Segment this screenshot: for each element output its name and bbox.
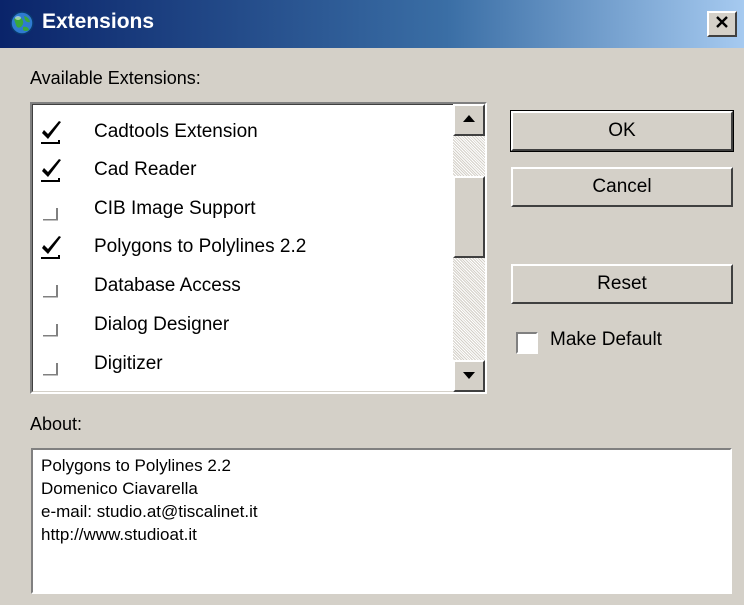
about-label: About:: [30, 414, 83, 434]
ok-button[interactable]: OK: [510, 110, 734, 152]
globe-app-icon: [8, 9, 36, 37]
unchecked-icon[interactable]: [39, 273, 65, 299]
title-bar[interactable]: Extensions: [0, 0, 744, 48]
list-item-label: Cad Reader: [94, 159, 197, 180]
list-item[interactable]: Digitizer: [33, 345, 453, 383]
list-item-label: Cadtools Extension: [94, 121, 258, 142]
cancel-button[interactable]: Cancel: [511, 167, 733, 207]
scroll-up-button[interactable]: [453, 104, 485, 136]
list-item-label: Dialog Designer: [94, 314, 230, 335]
arrow-up-icon: [462, 111, 476, 129]
make-default-label: Make Default: [550, 329, 662, 350]
close-button[interactable]: [707, 11, 737, 37]
extensions-list: Cadtools Extension Cad Reader CIB Image …: [32, 104, 485, 392]
list-item-label: Database Access: [94, 275, 241, 296]
make-default-checkbox[interactable]: [516, 332, 538, 354]
about-line: Domenico Ciavarella: [41, 479, 198, 498]
scrollbar-thumb[interactable]: [453, 176, 485, 258]
checkmark-icon[interactable]: [39, 119, 65, 145]
vertical-scrollbar[interactable]: [453, 104, 485, 392]
extensions-listbox[interactable]: Cadtools Extension Cad Reader CIB Image …: [30, 102, 487, 394]
available-extensions-label: Available Extensions:: [30, 68, 201, 88]
list-item[interactable]: Database Access: [33, 267, 453, 305]
checkmark-icon[interactable]: [39, 157, 65, 183]
checkmark-icon[interactable]: [39, 234, 65, 260]
about-line: http://www.studioat.it: [41, 525, 197, 544]
list-item-label: Polygons to Polylines 2.2: [94, 236, 307, 257]
about-textbox[interactable]: Polygons to Polylines 2.2 Domenico Ciava…: [31, 448, 732, 594]
unchecked-icon[interactable]: [39, 196, 65, 222]
list-item[interactable]: Polygons to Polylines 2.2: [33, 228, 453, 266]
unchecked-icon[interactable]: [39, 312, 65, 338]
list-item[interactable]: CIB Image Support: [33, 190, 453, 228]
reset-button[interactable]: Reset: [511, 264, 733, 304]
unchecked-icon[interactable]: [39, 351, 65, 377]
about-line: e-mail: studio.at@tiscalinet.it: [41, 502, 258, 521]
list-item[interactable]: Cad Reader: [33, 151, 453, 189]
list-item-label: CIB Image Support: [94, 198, 256, 219]
about-line: Polygons to Polylines 2.2: [41, 456, 231, 475]
close-icon: [715, 15, 729, 34]
arrow-down-icon: [462, 367, 476, 385]
list-item[interactable]: Cadtools Extension: [33, 113, 453, 151]
scroll-down-button[interactable]: [453, 360, 485, 392]
window-title: Extensions: [42, 10, 155, 33]
list-item[interactable]: Dialog Designer: [33, 306, 453, 344]
list-item-label: Digitizer: [94, 353, 163, 374]
